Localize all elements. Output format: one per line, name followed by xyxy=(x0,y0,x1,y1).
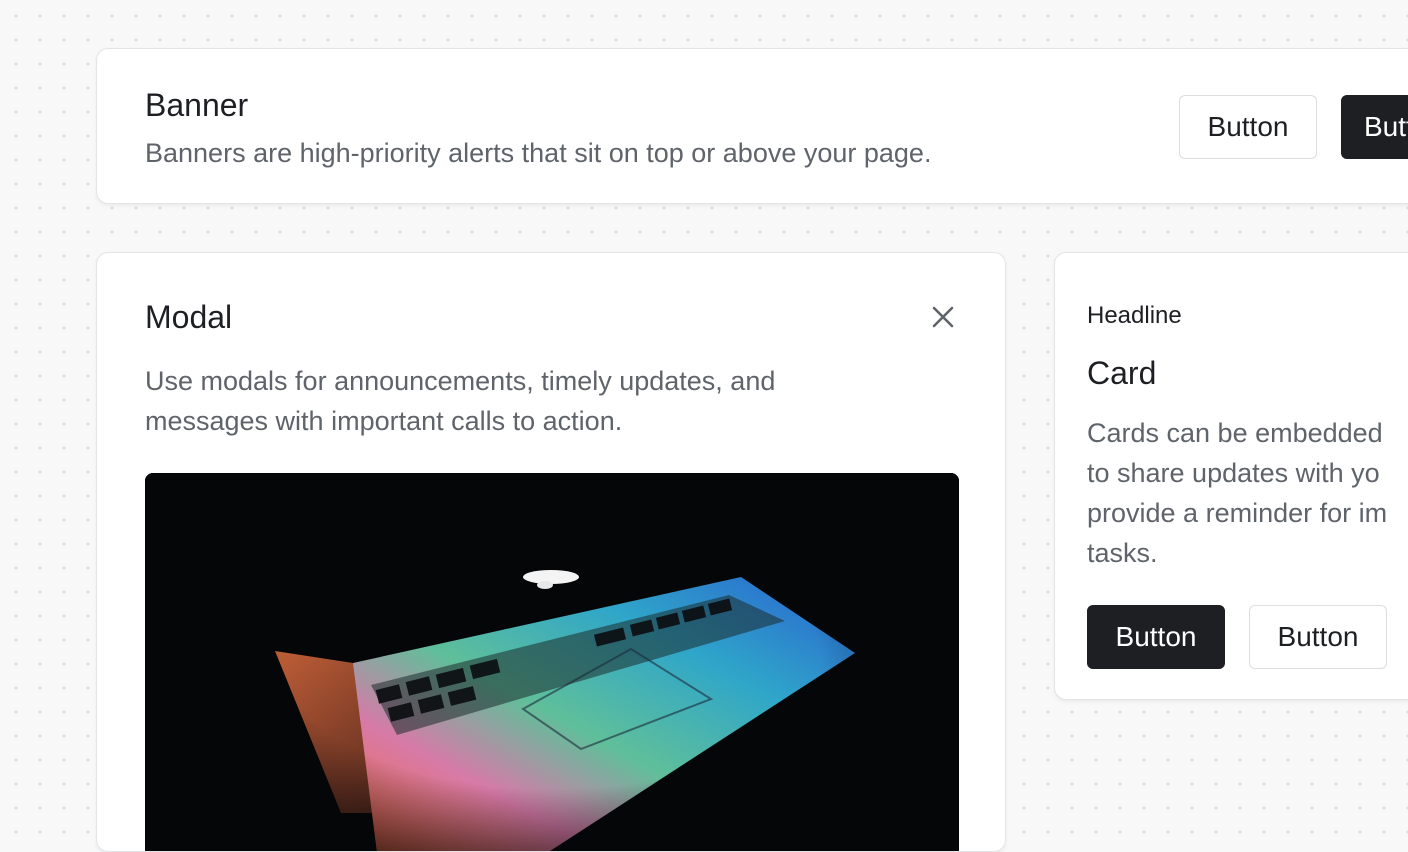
card: Headline Card Cards can be embedded to s… xyxy=(1054,252,1408,700)
modal-title: Modal xyxy=(145,299,233,335)
banner-secondary-button[interactable]: Button xyxy=(1179,95,1317,159)
banner-description: Banners are high-priority alerts that si… xyxy=(145,138,932,168)
close-icon[interactable] xyxy=(927,301,959,333)
card-description: Cards can be embedded to share updates w… xyxy=(1087,413,1408,573)
card-title: Card xyxy=(1087,355,1157,391)
modal-image xyxy=(145,473,959,851)
modal: Modal Use modals for announcements, time… xyxy=(96,252,1006,852)
card-secondary-button[interactable]: Button xyxy=(1249,605,1387,669)
banner: Banner Banners are high-priority alerts … xyxy=(96,48,1408,204)
card-headline: Headline xyxy=(1087,302,1182,329)
modal-description: Use modals for announcements, timely upd… xyxy=(145,366,776,436)
card-description-line: Cards can be embedded xyxy=(1087,418,1383,448)
card-description-line: tasks. xyxy=(1087,538,1158,568)
banner-primary-button[interactable]: Button xyxy=(1341,95,1408,159)
card-primary-button[interactable]: Button xyxy=(1087,605,1225,669)
card-description-line: provide a reminder for im xyxy=(1087,498,1388,528)
banner-title: Banner xyxy=(145,87,249,123)
card-description-line: to share updates with yo xyxy=(1087,458,1380,488)
